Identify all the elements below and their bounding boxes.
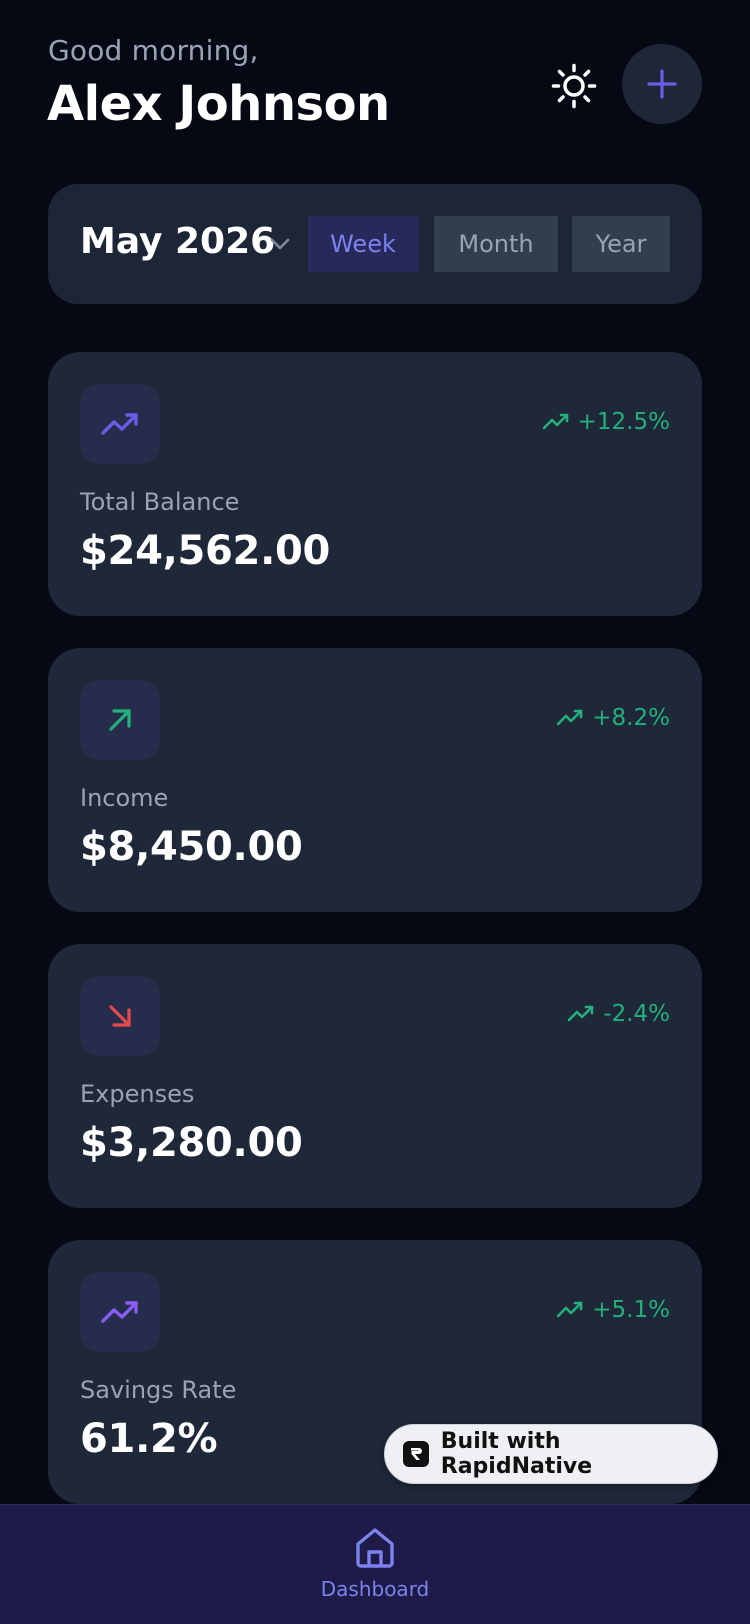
change-value: +5.1% [592, 1297, 670, 1323]
home-icon [356, 1528, 394, 1568]
add-transaction-button[interactable] [622, 44, 702, 124]
user-name: Alex Johnson [47, 76, 390, 132]
stat-icon-box [80, 1272, 160, 1352]
stat-icon-box [80, 976, 160, 1056]
tab-month[interactable]: Month [434, 216, 558, 272]
arrow-up-right-icon [109, 709, 131, 731]
stat-label: Total Balance [80, 488, 240, 516]
stat-icon-box [80, 680, 160, 760]
stat-label: Income [80, 784, 169, 812]
trending-up-icon [556, 709, 583, 726]
month-dropdown-button[interactable] [266, 230, 294, 258]
change-indicator: +5.1% [556, 1296, 670, 1324]
change-value: +8.2% [592, 705, 670, 731]
change-indicator: -2.4% [567, 1000, 670, 1028]
badge-text: Built with RapidNative [440, 1429, 593, 1479]
nav-item-dashboard[interactable]: Dashboard [321, 1525, 429, 1624]
trending-up-icon [567, 1005, 594, 1022]
plus-icon [647, 69, 677, 99]
rapidnative-logo-icon [403, 1441, 429, 1467]
tab-year[interactable]: Year [572, 216, 670, 272]
sun-icon [551, 63, 597, 109]
bottom-navigation: Dashboard [0, 1504, 750, 1624]
trending-up-icon [542, 413, 568, 430]
income-card[interactable]: +8.2% Income $8,450.00 [48, 648, 702, 912]
stat-label: Expenses [80, 1080, 195, 1108]
logo-mark-icon [410, 1448, 422, 1460]
built-with-badge[interactable]: Built with RapidNative [384, 1424, 718, 1484]
chevron-down-icon [270, 238, 290, 250]
trending-up-icon [101, 1301, 138, 1323]
stat-icon-box [80, 384, 160, 464]
trending-up-icon [101, 413, 138, 435]
dashboard-screen: Good morning, Alex Johnson May 2026 Week… [0, 0, 750, 1624]
expenses-card[interactable]: -2.4% Expenses $3,280.00 [48, 944, 702, 1208]
month-label[interactable]: May 2026 [80, 221, 275, 262]
trending-up-icon [556, 1301, 583, 1318]
stat-value: $24,562.00 [80, 528, 331, 574]
stat-value: $8,450.00 [80, 824, 303, 870]
tab-week[interactable]: Week [308, 216, 418, 272]
change-value: +12.5% [577, 409, 670, 435]
stat-label: Savings Rate [80, 1376, 237, 1404]
greeting-text: Good morning, [48, 34, 259, 67]
nav-label: Dashboard [320, 1577, 430, 1601]
theme-toggle-button[interactable] [548, 60, 600, 112]
change-value: -2.4% [603, 1001, 670, 1027]
stat-value: $3,280.00 [80, 1120, 303, 1166]
stat-value: 61.2% [80, 1416, 218, 1462]
change-indicator: +12.5% [542, 408, 670, 436]
total-balance-card[interactable]: +12.5% Total Balance $24,562.00 [48, 352, 702, 616]
period-selector: May 2026 Week Month Year [48, 184, 702, 304]
change-indicator: +8.2% [556, 704, 670, 732]
arrow-down-right-icon [109, 1005, 131, 1027]
